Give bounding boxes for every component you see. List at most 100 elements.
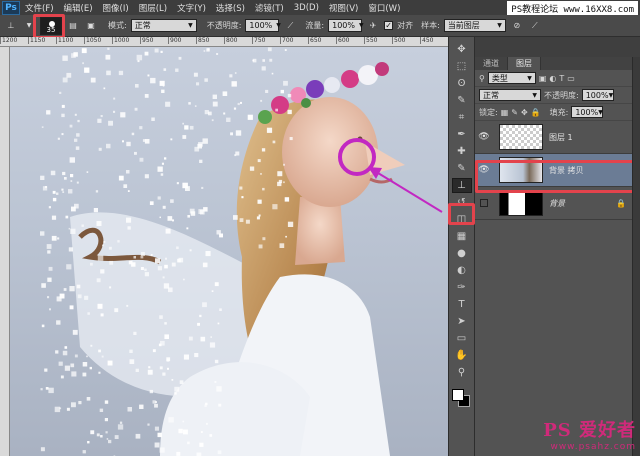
align-checkbox[interactable]: ✓ — [384, 21, 394, 30]
move-tool[interactable]: ✥ — [452, 42, 472, 57]
particle — [209, 434, 213, 437]
mode-select[interactable]: 正常 ▼ — [130, 19, 197, 32]
filter-image-icon[interactable]: ▣ — [539, 74, 547, 83]
sample-select[interactable]: 当前图层 ▼ — [443, 19, 506, 32]
particle — [57, 137, 60, 140]
particle — [262, 187, 265, 191]
ruler-tick: 550 — [364, 37, 392, 44]
particle — [66, 264, 72, 270]
brush-panel-icon[interactable]: ▤ — [66, 18, 80, 34]
site-watermark: PS教程论坛 www.16XX8.com — [507, 1, 638, 15]
particle — [154, 403, 158, 408]
particle — [176, 182, 179, 185]
layer-filter-value: 类型 — [491, 73, 508, 83]
brush-tool[interactable]: ✎ — [452, 161, 472, 176]
zoom-tool[interactable]: ⚲ — [452, 365, 472, 380]
healing-tool[interactable]: ✚ — [452, 144, 472, 159]
particle — [61, 113, 65, 118]
menu-filter[interactable]: 滤镜(T) — [250, 2, 289, 14]
lock-position-icon[interactable]: ✥ — [521, 108, 528, 117]
particle — [86, 355, 88, 358]
particle — [76, 133, 80, 137]
particle — [100, 313, 104, 317]
pressure-opacity-icon[interactable]: ⟋ — [283, 18, 297, 34]
particle — [139, 157, 144, 162]
fill-input[interactable]: 100% ▼ — [571, 106, 604, 118]
path-select-tool[interactable]: ➤ — [452, 314, 472, 329]
particle — [284, 197, 290, 202]
quick-select-tool[interactable]: ✎ — [452, 93, 472, 108]
menu-type[interactable]: 文字(Y) — [172, 2, 211, 14]
particle — [89, 366, 92, 370]
clone-stamp-tool[interactable]: ⊥ — [451, 178, 472, 193]
layer-filter-select[interactable]: 类型 ▼ — [487, 72, 536, 84]
particle — [183, 354, 189, 360]
clone-source-icon[interactable]: ▣ — [84, 18, 98, 34]
menu-select[interactable]: 选择(S) — [211, 2, 250, 14]
flow-input[interactable]: 100% ▼ — [328, 19, 364, 32]
clone-stamp-preset-icon[interactable]: ⊥ — [4, 18, 18, 34]
layer-row[interactable]: 👁 图层 1 — [475, 121, 632, 154]
ignore-adjustment-icon[interactable]: ⊘ — [510, 18, 524, 34]
menu-layer[interactable]: 图层(L) — [134, 2, 172, 14]
blend-mode-select[interactable]: 正常 ▼ — [479, 89, 541, 101]
color-swatches[interactable] — [451, 389, 472, 409]
particle — [140, 252, 145, 256]
particle — [99, 408, 104, 412]
document-canvas[interactable] — [10, 47, 448, 456]
filter-shape-icon[interactable]: ▭ — [567, 74, 575, 83]
lock-pixels-icon[interactable]: ✎ — [511, 108, 518, 117]
eye-icon[interactable]: 👁 — [475, 132, 493, 142]
mode-value: 正常 — [134, 21, 151, 30]
pressure-size-icon[interactable]: ⟋ — [528, 18, 542, 34]
particle — [199, 159, 203, 163]
type-tool[interactable]: T — [452, 297, 472, 312]
particle — [120, 112, 126, 118]
layer-opacity-input[interactable]: 100% ▼ — [581, 89, 614, 101]
menu-window[interactable]: 窗口(W) — [363, 2, 405, 14]
particle — [212, 94, 217, 99]
particle — [170, 138, 173, 141]
dodge-tool[interactable]: ◐ — [452, 263, 472, 278]
crop-tool[interactable]: ⌗ — [452, 110, 472, 125]
menu-view[interactable]: 视图(V) — [324, 2, 363, 14]
particle — [199, 442, 204, 447]
particle — [104, 418, 108, 422]
opacity-label: 不透明度: — [206, 21, 242, 30]
filter-type-icon[interactable]: T — [559, 74, 564, 83]
tab-layers[interactable]: 图层 — [508, 57, 541, 70]
opacity-input[interactable]: 100% ▼ — [245, 19, 281, 32]
eyedropper-tool[interactable]: ✒ — [452, 127, 472, 142]
eye-hidden-icon[interactable] — [480, 199, 488, 207]
particle — [103, 240, 106, 243]
chevron-down-icon: ▼ — [276, 22, 281, 29]
shape-tool[interactable]: ▭ — [452, 331, 472, 346]
pen-tool[interactable]: ✑ — [452, 280, 472, 295]
particle — [200, 336, 206, 342]
particle — [90, 344, 93, 347]
particle — [126, 170, 130, 174]
lasso-tool[interactable]: ʘ — [452, 76, 472, 91]
particle — [44, 368, 48, 372]
particle — [108, 246, 112, 250]
particle — [258, 214, 261, 217]
foreground-color[interactable] — [451, 389, 464, 401]
particle — [82, 372, 87, 377]
marquee-tool[interactable]: ⬚ — [452, 59, 472, 74]
menu-file[interactable]: 文件(F) — [20, 2, 59, 14]
filter-adjust-icon[interactable]: ◐ — [549, 74, 556, 83]
panel-scrollbar[interactable] — [632, 57, 640, 456]
tab-channels[interactable]: 通道 — [475, 57, 508, 70]
airbrush-icon[interactable]: ✈ — [366, 18, 380, 34]
ruler-tick: 1100 — [56, 37, 84, 44]
lock-transparent-icon[interactable]: ▦ — [501, 108, 509, 117]
menu-edit[interactable]: 编辑(E) — [59, 2, 98, 14]
gradient-tool[interactable]: ▦ — [452, 229, 472, 244]
chevron-down-icon: ▼ — [598, 108, 603, 116]
blur-tool[interactable]: ● — [452, 246, 472, 261]
menu-3d[interactable]: 3D(D) — [289, 3, 324, 13]
hand-tool[interactable]: ✋ — [452, 348, 472, 363]
lock-all-icon[interactable]: 🔒 — [531, 108, 541, 117]
menu-image[interactable]: 图像(I) — [98, 2, 134, 14]
panel-dock-header — [475, 37, 640, 57]
